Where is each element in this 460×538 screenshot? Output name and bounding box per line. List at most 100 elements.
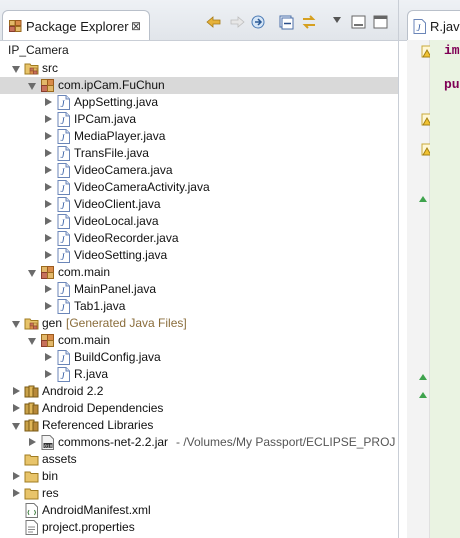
tree-row[interactable]: Android 2.2: [0, 383, 398, 400]
back-arrow-icon[interactable]: [205, 14, 223, 30]
editor-tab-title: R.jav: [430, 19, 460, 34]
expand-arrow-closed-icon[interactable]: [45, 285, 52, 293]
tree-item-path: - /Volumes/My Passport/ECLIPSE_PROJ: [176, 435, 396, 449]
expand-arrow-closed-icon[interactable]: [45, 370, 52, 378]
tree-row[interactable]: Android Dependencies: [0, 400, 398, 417]
package-icon: [40, 265, 55, 280]
expand-arrow-closed-icon[interactable]: [45, 200, 52, 208]
tree-row[interactable]: com.main: [0, 332, 398, 349]
tree-row[interactable]: J TransFile.java: [0, 145, 398, 162]
jar-file-icon: 010: [40, 435, 55, 450]
tree-row[interactable]: bin: [0, 468, 398, 485]
tree-item-label: Android Dependencies: [42, 401, 164, 415]
tree-row[interactable]: J BuildConfig.java: [0, 349, 398, 366]
tree-item-label: com.main: [58, 333, 111, 347]
close-icon[interactable]: ⊠: [131, 19, 141, 33]
tree-row[interactable]: J VideoCameraActivity.java: [0, 179, 398, 196]
expand-arrow-open-icon[interactable]: [28, 270, 36, 277]
java-file-icon: J: [56, 95, 71, 110]
tree-item-label: AppSetting.java: [74, 95, 159, 109]
tree-row[interactable]: J AppSetting.java: [0, 94, 398, 111]
java-file-icon: J: [56, 214, 71, 229]
tree-row[interactable]: J R.java: [0, 366, 398, 383]
go-into-icon[interactable]: [250, 14, 268, 30]
project-name[interactable]: IP_Camera: [8, 43, 69, 57]
tree-row[interactable]: J MainPanel.java: [0, 281, 398, 298]
override-marker-icon: [418, 370, 428, 384]
tree-item-label: assets: [42, 452, 77, 466]
folder-icon: [24, 452, 39, 467]
tree-row[interactable]: J VideoClient.java: [0, 196, 398, 213]
tree-row[interactable]: 010 commons-net-2.2.jar - /Volumes/My Pas…: [0, 434, 398, 451]
tree-row[interactable]: gen [Generated Java Files]: [0, 315, 398, 332]
tree-item-label: VideoClient.java: [74, 197, 161, 211]
source-folder-icon: [24, 61, 39, 76]
expand-arrow-closed-icon[interactable]: [29, 438, 36, 446]
tree-row[interactable]: AndroidManifest.xml: [0, 502, 398, 519]
expand-arrow-closed-icon[interactable]: [13, 404, 20, 412]
tree-item-label: BuildConfig.java: [74, 350, 161, 364]
view-menu-icon[interactable]: [330, 14, 348, 30]
tree-row[interactable]: J IPCam.java: [0, 111, 398, 128]
expand-arrow-closed-icon[interactable]: [45, 217, 52, 225]
expand-arrow-closed-icon[interactable]: [13, 387, 20, 395]
tree-row[interactable]: src: [0, 60, 398, 77]
expand-arrow-closed-icon[interactable]: [45, 132, 52, 140]
expand-arrow-open-icon[interactable]: [12, 321, 20, 328]
expand-arrow-closed-icon[interactable]: [45, 234, 52, 242]
expand-arrow-closed-icon[interactable]: [45, 251, 52, 259]
tree-row[interactable]: res: [0, 485, 398, 502]
tree-row[interactable]: J VideoRecorder.java: [0, 230, 398, 247]
expand-arrow-open-icon[interactable]: [12, 66, 20, 73]
expand-arrow-closed-icon[interactable]: [13, 472, 20, 480]
expand-arrow-closed-icon[interactable]: [45, 149, 52, 157]
expand-arrow-closed-icon[interactable]: [13, 489, 20, 497]
tab-r-java[interactable]: J R.jav: [407, 10, 460, 40]
tree-row[interactable]: assets: [0, 451, 398, 468]
java-file-icon: J: [413, 19, 426, 37]
editor-text[interactable]: im pu: [430, 40, 460, 538]
tree-row[interactable]: J Tab1.java: [0, 298, 398, 315]
library-icon: [24, 418, 39, 433]
expand-arrow-open-icon[interactable]: [28, 83, 36, 90]
tree-item-label: TransFile.java: [74, 146, 149, 160]
link-with-editor-icon[interactable]: [300, 14, 318, 30]
maximize-icon[interactable]: [372, 14, 390, 30]
minimize-icon[interactable]: [350, 14, 368, 30]
expand-arrow-closed-icon[interactable]: [45, 166, 52, 174]
expand-arrow-closed-icon[interactable]: [45, 353, 52, 361]
source-folder-icon: [24, 316, 39, 331]
tree-row[interactable]: J VideoCamera.java: [0, 162, 398, 179]
tab-package-explorer[interactable]: Package Explorer ⊠: [2, 10, 150, 40]
java-file-icon: J: [56, 112, 71, 127]
expand-arrow-open-icon[interactable]: [28, 338, 36, 345]
view-toolbar: Package Explorer ⊠: [0, 0, 398, 41]
java-file-icon: J: [56, 146, 71, 161]
tree-row[interactable]: J VideoSetting.java: [0, 247, 398, 264]
tree-row[interactable]: project.properties: [0, 519, 398, 536]
forward-arrow-icon[interactable]: [228, 14, 246, 30]
expand-arrow-open-icon[interactable]: [12, 423, 20, 430]
tree-item-label: VideoLocal.java: [74, 214, 159, 228]
tree-item-label: VideoCamera.java: [74, 163, 173, 177]
svg-text:010: 010: [44, 443, 52, 449]
java-file-icon: J: [56, 163, 71, 178]
tree-row[interactable]: Referenced Libraries: [0, 417, 398, 434]
tree-item-label: src: [42, 61, 58, 75]
tree-row[interactable]: J VideoLocal.java: [0, 213, 398, 230]
expand-arrow-closed-icon[interactable]: [45, 115, 52, 123]
java-file-icon: J: [56, 367, 71, 382]
tree-item-label: MainPanel.java: [74, 282, 157, 296]
package-explorer-view: Package Explorer ⊠ IP_Camera src com.ipCa…: [0, 0, 398, 538]
expand-arrow-closed-icon[interactable]: [45, 98, 52, 106]
tree-row[interactable]: com.ipCam.FuChun: [0, 77, 398, 94]
tree-row[interactable]: com.main: [0, 264, 398, 281]
expand-arrow-closed-icon[interactable]: [45, 302, 52, 310]
collapse-all-icon[interactable]: [278, 14, 296, 30]
library-icon: [24, 401, 39, 416]
tree-item-label: Referenced Libraries: [42, 418, 154, 432]
tree-item-label: project.properties: [42, 520, 135, 534]
expand-arrow-closed-icon[interactable]: [45, 183, 52, 191]
tree-row[interactable]: J MediaPlayer.java: [0, 128, 398, 145]
editor-ruler: [407, 40, 447, 538]
